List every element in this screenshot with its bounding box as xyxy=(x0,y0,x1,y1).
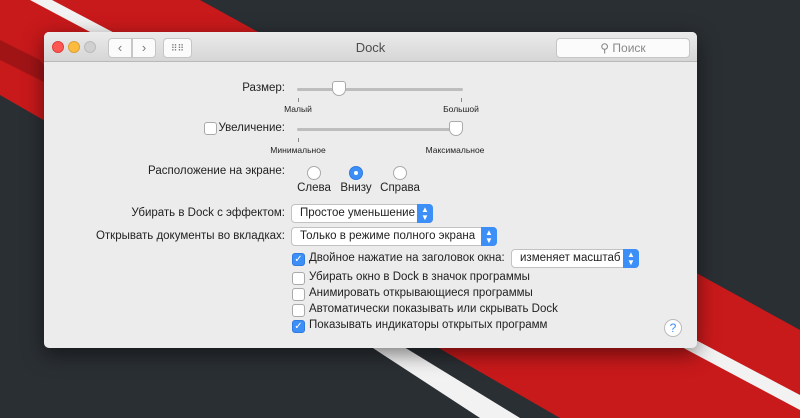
position-label: Расположение на экране: xyxy=(148,165,285,177)
radio-right-label: Справа xyxy=(380,182,420,194)
tabs-label: Открывать документы во вкладках: xyxy=(95,230,285,242)
minimize-effect-label: Убирать в Dock с эффектом: xyxy=(131,207,285,219)
magnification-max-label: Максимальное xyxy=(425,145,485,155)
checkbox-label: Автоматически показывать или скрывать Do… xyxy=(309,303,558,315)
search-input[interactable]: ⚲ Поиск xyxy=(556,38,690,58)
tabs-value: Только в режиме полного экрана xyxy=(300,230,476,242)
double-click-checkbox[interactable]: ✓ xyxy=(292,253,305,266)
checkbox-indicators[interactable]: ✓ xyxy=(292,320,305,333)
double-click-select[interactable]: изменяет масштаб ▲ ▼ xyxy=(511,249,639,268)
magnification-slider-thumb[interactable] xyxy=(449,121,464,136)
tick xyxy=(298,138,299,142)
minimize-effect-select[interactable]: Простое уменьшение ▲ ▼ xyxy=(291,204,433,223)
search-placeholder: Поиск xyxy=(612,41,646,55)
stepper-icon: ▲ ▼ xyxy=(417,204,433,223)
help-button[interactable]: ? xyxy=(664,319,682,337)
size-max-label: Большой xyxy=(443,104,479,114)
magnification-slider[interactable] xyxy=(297,128,463,131)
title-bar: ‹ › ⠿⠿ Dock ⚲ Поиск xyxy=(44,32,697,62)
radio-left-label: Слева xyxy=(297,182,331,194)
checkbox-label: Показывать индикаторы открытых программ xyxy=(309,319,548,331)
stepper-icon: ▲ ▼ xyxy=(481,227,497,246)
tick xyxy=(461,98,462,102)
checkbox-label: Убирать окно в Dock в значок программы xyxy=(309,271,530,283)
radio-bottom[interactable] xyxy=(349,166,363,180)
double-click-label: Двойное нажатие на заголовок окна: xyxy=(309,252,505,264)
checkbox-label: Анимировать открывающиеся программы xyxy=(309,287,533,299)
radio-left[interactable] xyxy=(307,166,321,180)
checkbox-minimize-to-icon[interactable] xyxy=(292,272,305,285)
radio-bottom-label: Внизу xyxy=(340,182,372,194)
tabs-select[interactable]: Только в режиме полного экрана ▲ ▼ xyxy=(291,227,497,246)
tick xyxy=(298,98,299,102)
size-slider-thumb[interactable] xyxy=(331,81,346,96)
radio-right[interactable] xyxy=(393,166,407,180)
checkbox-autohide[interactable] xyxy=(292,304,305,317)
double-click-value: изменяет масштаб xyxy=(520,252,621,264)
dock-preferences-window: ‹ › ⠿⠿ Dock ⚲ Поиск Размер: Малый Большо… xyxy=(44,32,697,348)
magnification-min-label: Минимальное xyxy=(270,145,326,155)
size-slider[interactable] xyxy=(297,88,463,91)
size-label: Размер: xyxy=(242,82,285,94)
size-min-label: Малый xyxy=(284,104,312,114)
magnification-label: Увеличение: xyxy=(218,122,285,134)
search-icon: ⚲ xyxy=(600,41,613,55)
stepper-icon: ▲ ▼ xyxy=(623,249,639,268)
checkbox-animate[interactable] xyxy=(292,288,305,301)
magnification-checkbox[interactable] xyxy=(204,122,217,135)
minimize-effect-value: Простое уменьшение xyxy=(300,207,415,219)
